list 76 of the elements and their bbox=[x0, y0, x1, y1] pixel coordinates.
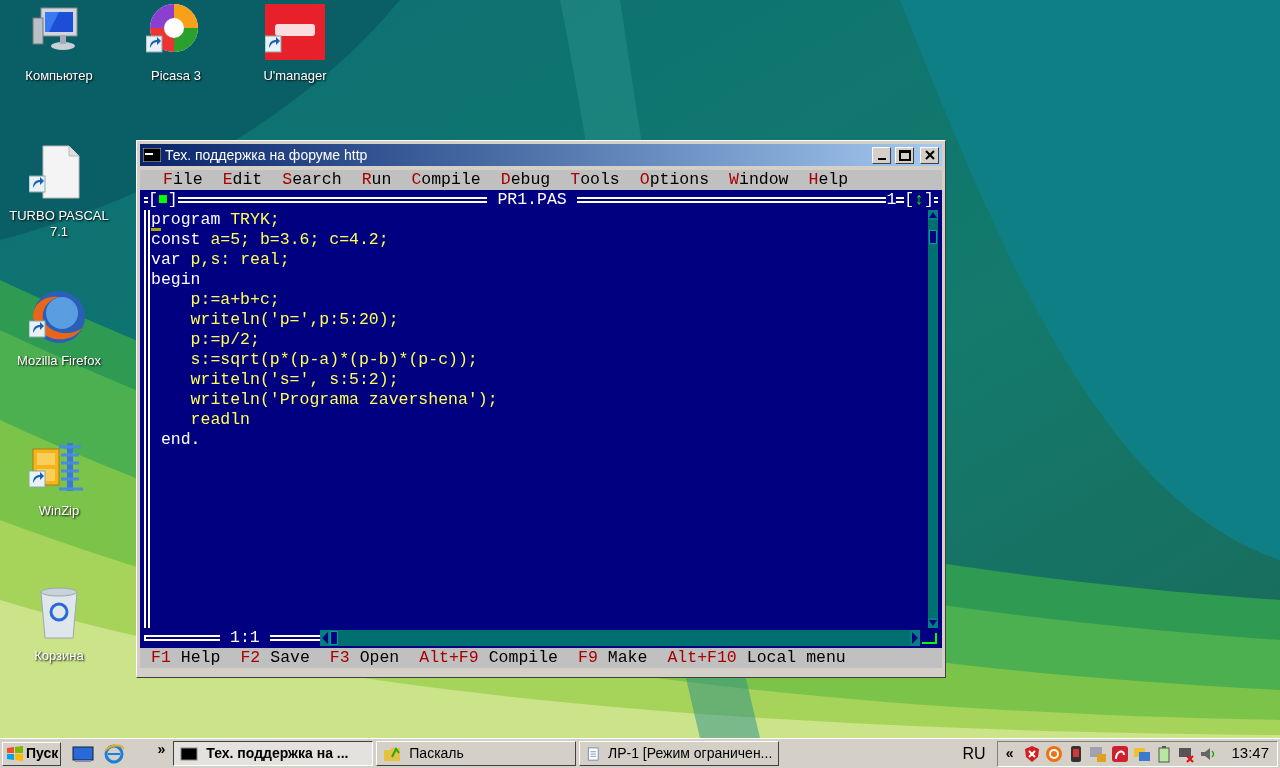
code-line: var p,s: real; bbox=[151, 252, 290, 268]
swirl-icon bbox=[1111, 744, 1130, 763]
window-number: 1 bbox=[886, 190, 897, 210]
icon-label[interactable]: TURBO PASCAL 7.1 bbox=[4, 208, 114, 240]
icon-label[interactable]: U'manager bbox=[240, 68, 350, 84]
icon-label[interactable]: Picasa 3 bbox=[121, 68, 231, 84]
code-line: writeln('Programa zavershena'); bbox=[189, 392, 498, 408]
menu-item[interactable]: Options bbox=[639, 170, 710, 190]
scroll-thumb[interactable] bbox=[329, 631, 338, 645]
more-button[interactable]: » bbox=[154, 739, 169, 760]
close-button[interactable] bbox=[920, 146, 939, 164]
shield-icon bbox=[1023, 744, 1042, 763]
menu-item[interactable]: Window bbox=[729, 170, 789, 190]
menu-item[interactable]: File bbox=[163, 170, 203, 190]
taskbar-button[interactable]: Паскаль bbox=[376, 741, 577, 766]
code-line: const a=5; b=3.6; c=4.2; bbox=[151, 232, 389, 248]
menu-item[interactable]: Help bbox=[808, 170, 849, 190]
hotkey[interactable]: F2 bbox=[240, 648, 261, 668]
zoom-box[interactable]: [↕] bbox=[904, 190, 934, 210]
minimize-icon bbox=[877, 157, 886, 160]
menu-item[interactable]: Compile bbox=[411, 170, 481, 190]
code-line: begin bbox=[151, 272, 201, 288]
code-line: writeln('p=',p:5:20); bbox=[189, 312, 399, 328]
horizontal-scrollbar[interactable] bbox=[319, 630, 920, 646]
browser-icon bbox=[103, 742, 126, 765]
hotkey-label: Save bbox=[270, 648, 310, 668]
hotkey-label: Open bbox=[359, 648, 400, 668]
maximize-icon bbox=[898, 149, 911, 161]
minimize-button[interactable] bbox=[872, 146, 891, 164]
up-arrow-icon bbox=[928, 210, 938, 220]
code-line: program TRYK; bbox=[151, 212, 280, 228]
hotkey-label: Compile bbox=[488, 648, 558, 668]
code-line: writeln('s=', s:5:2); bbox=[189, 372, 399, 388]
code-line: p:=a+b+c; bbox=[189, 292, 280, 308]
hotkey[interactable]: Alt+F10 bbox=[667, 648, 737, 668]
expand-tray-button[interactable]: « bbox=[1005, 743, 1014, 764]
hotkey[interactable]: F3 bbox=[329, 648, 350, 668]
code-line: readln bbox=[189, 412, 251, 428]
close-icon bbox=[924, 150, 935, 160]
icon-label[interactable]: Mozilla Firefox bbox=[4, 353, 114, 369]
text-cursor bbox=[151, 228, 161, 231]
cursor-position: 1:1 bbox=[229, 628, 261, 648]
hotkey[interactable]: F1 bbox=[151, 648, 171, 668]
menu-item[interactable]: Tools bbox=[570, 170, 620, 190]
hotkey-label: Help bbox=[180, 648, 221, 668]
clock: 13:47 bbox=[1231, 743, 1269, 764]
taskbar-button[interactable]: Тех. поддержка на ... bbox=[173, 741, 374, 766]
console-icon bbox=[180, 744, 199, 763]
window-title: Тех. поддержка на форуме http bbox=[165, 145, 369, 165]
language-indicator[interactable]: RU bbox=[962, 741, 986, 766]
code-line: end. bbox=[159, 432, 201, 448]
desktop-icon bbox=[72, 744, 95, 763]
hotkey-label: Make bbox=[607, 648, 648, 668]
menu-item[interactable]: Edit bbox=[222, 170, 263, 190]
code-line: s:=sqrt(p*(p-a)*(p-b)*(p-c)); bbox=[189, 352, 478, 368]
icon-label[interactable]: Компьютер bbox=[4, 68, 114, 84]
code-line: p:=p/2; bbox=[189, 332, 260, 348]
maximize-button[interactable] bbox=[895, 146, 914, 164]
hotkey[interactable]: F9 bbox=[578, 648, 598, 668]
start-button[interactable]: Пуск bbox=[2, 741, 62, 766]
ring-icon bbox=[1045, 744, 1064, 763]
scroll-thumb[interactable] bbox=[929, 230, 937, 244]
menu-item[interactable]: Search bbox=[282, 170, 342, 190]
document-icon bbox=[586, 744, 600, 763]
resize-corner-icon bbox=[922, 632, 937, 644]
vertical-scrollbar[interactable] bbox=[928, 210, 938, 628]
console-icon bbox=[143, 148, 161, 162]
menu-item[interactable]: Run bbox=[361, 170, 392, 190]
hotkey[interactable]: Alt+F9 bbox=[419, 648, 479, 668]
down-arrow-icon bbox=[928, 618, 938, 628]
close-box[interactable]: [■] bbox=[148, 190, 178, 210]
hotkey-label: Local menu bbox=[746, 648, 846, 668]
flag-icon bbox=[5, 744, 25, 763]
taskbar-button[interactable]: ЛР-1 [Режим ограничен... bbox=[579, 741, 780, 766]
menu-item[interactable]: Debug bbox=[500, 170, 551, 190]
file-title: PR1.PAS bbox=[496, 190, 568, 210]
